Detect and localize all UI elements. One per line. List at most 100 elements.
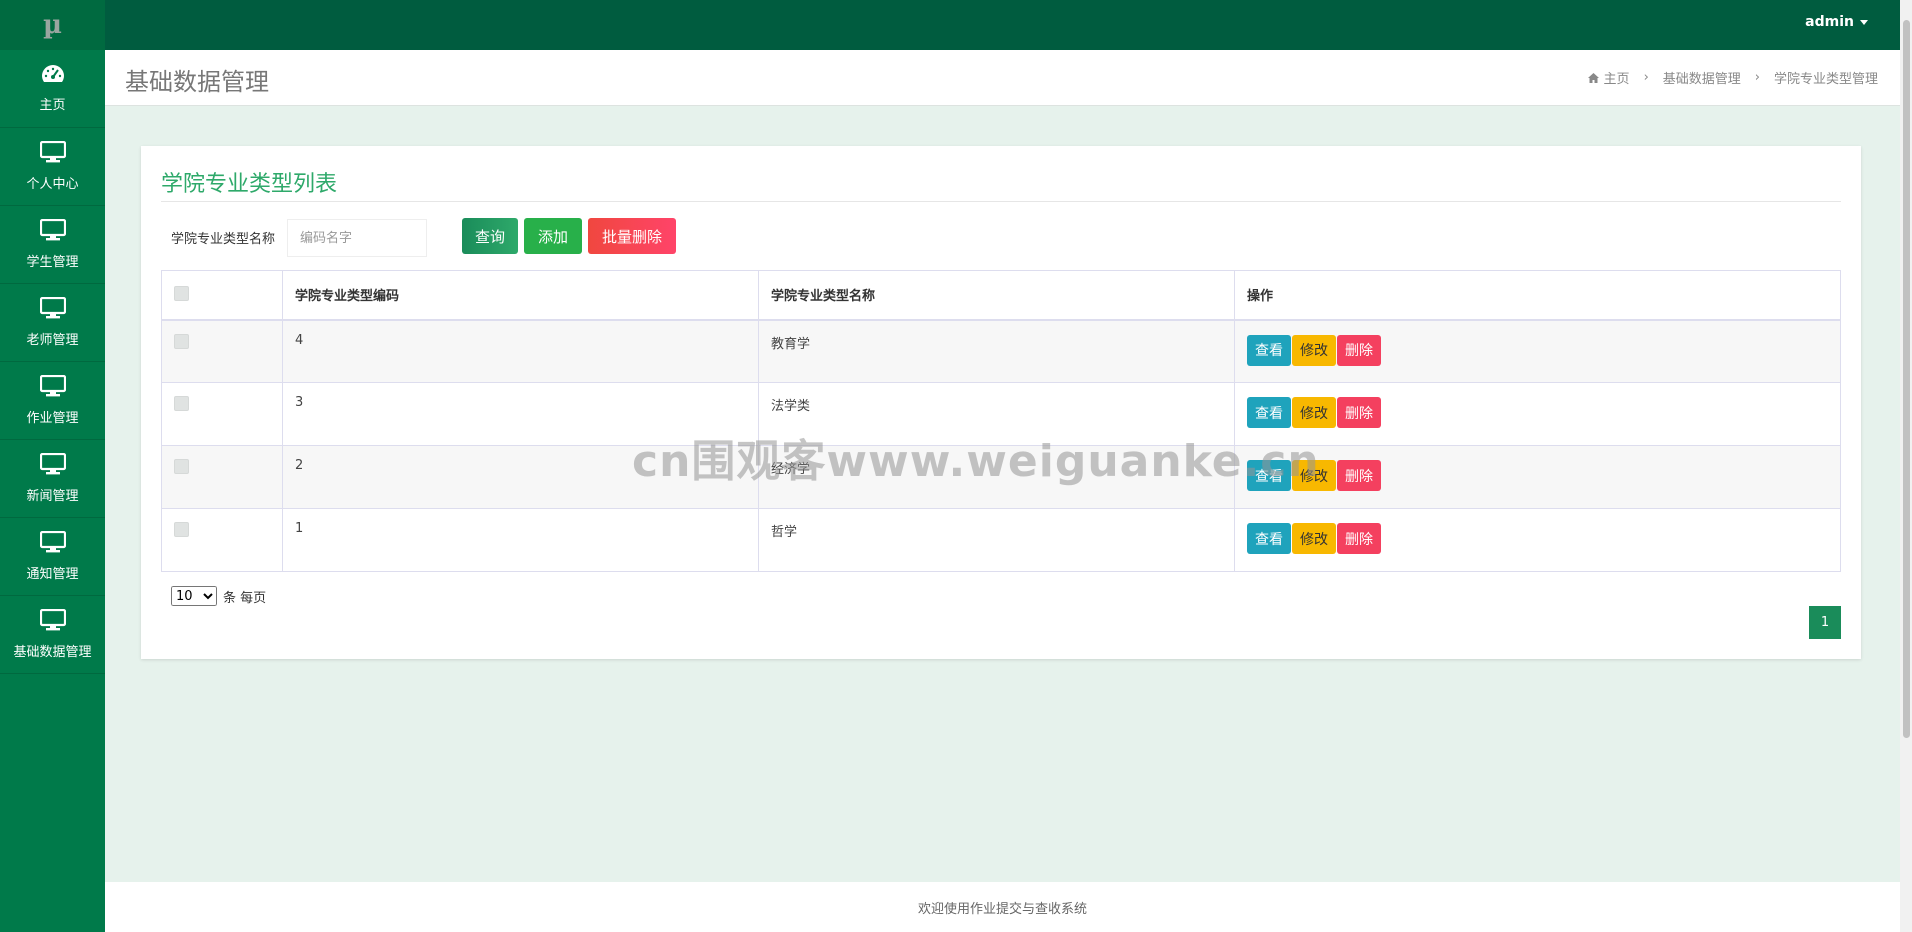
monitor-icon: [39, 140, 66, 167]
sidebar: µ 主页个人中心学生管理老师管理作业管理新闻管理通知管理基础数据管理: [0, 0, 105, 932]
sidebar-item-2[interactable]: 学生管理: [0, 206, 105, 284]
chevron-right-icon: ›: [1643, 70, 1649, 85]
row-actions: 查看 修改 删除: [1247, 523, 1828, 554]
page-header: 基础数据管理 主页 › 基础数据管理 › 学院专业类型管理: [105, 50, 1900, 106]
cell-code: 1: [282, 508, 759, 572]
row-check-cell: [161, 508, 283, 572]
scrollbar-thumb[interactable]: [1903, 20, 1910, 738]
view-button[interactable]: 查看: [1247, 334, 1291, 366]
batch-delete-button[interactable]: 批量删除: [588, 218, 676, 254]
delete-button[interactable]: 删除: [1337, 523, 1381, 554]
chevron-right-icon: ›: [1754, 70, 1760, 85]
row-actions: 查看 修改 删除: [1247, 334, 1828, 366]
search-label: 学院专业类型名称: [171, 232, 276, 247]
app-logo[interactable]: µ: [0, 0, 105, 50]
sidebar-nav: 主页个人中心学生管理老师管理作业管理新闻管理通知管理基础数据管理: [0, 50, 105, 674]
search-input[interactable]: [287, 219, 427, 257]
edit-button[interactable]: 修改: [1292, 397, 1336, 428]
footer-text: 欢迎使用作业提交与查收系统: [917, 901, 1087, 917]
vertical-scrollbar[interactable]: [1900, 0, 1912, 932]
page-1-button[interactable]: 1: [1809, 606, 1841, 639]
page-size-suffix: 条 每页: [223, 590, 267, 606]
sidebar-item-label: 个人中心: [26, 177, 79, 192]
page-size-control: 10 条 每页: [171, 586, 266, 606]
sidebar-item-6[interactable]: 通知管理: [0, 518, 105, 596]
sidebar-item-7[interactable]: 基础数据管理: [0, 596, 105, 674]
sidebar-item-label: 学生管理: [26, 255, 79, 270]
sidebar-item-label: 通知管理: [26, 567, 79, 582]
sidebar-item-label: 主页: [39, 98, 66, 113]
cell-actions: 查看 修改 删除: [1234, 319, 1841, 383]
monitor-icon: [39, 296, 66, 323]
cell-actions: 查看 修改 删除: [1234, 508, 1841, 572]
header-code: 学院专业类型编码: [282, 270, 759, 321]
cell-code: 2: [282, 445, 759, 509]
row-check-cell: [161, 319, 283, 383]
card-title: 学院专业类型列表: [161, 172, 338, 197]
monitor-icon: [39, 452, 66, 479]
sidebar-item-5[interactable]: 新闻管理: [0, 440, 105, 518]
cell-name: 法学类: [758, 382, 1235, 446]
footer: 欢迎使用作业提交与查收系统: [105, 882, 1900, 932]
list-card: 学院专业类型列表 学院专业类型名称 查询 添加 批量删除 学院专业类型编码 学院…: [141, 146, 1861, 659]
add-button[interactable]: 添加: [524, 218, 582, 254]
sidebar-item-4[interactable]: 作业管理: [0, 362, 105, 440]
breadcrumb-section[interactable]: 基础数据管理: [1663, 68, 1741, 87]
header-name: 学院专业类型名称: [758, 270, 1235, 321]
page-size-select[interactable]: 10: [171, 586, 217, 606]
monitor-icon: [39, 374, 66, 401]
user-menu[interactable]: admin: [1805, 14, 1868, 30]
cell-code: 4: [282, 319, 759, 383]
sidebar-item-label: 老师管理: [26, 333, 79, 348]
cell-name: 教育学: [758, 319, 1235, 383]
edit-button[interactable]: 修改: [1292, 523, 1336, 554]
edit-button[interactable]: 修改: [1292, 334, 1336, 366]
cell-actions: 查看 修改 删除: [1234, 382, 1841, 446]
row-actions: 查看 修改 删除: [1247, 460, 1828, 491]
delete-button[interactable]: 删除: [1337, 460, 1381, 491]
breadcrumb-current: 学院专业类型管理: [1773, 72, 1878, 87]
table-row: 2 经济学 查看 修改 删除: [161, 445, 1841, 509]
monitor-icon: [39, 530, 66, 557]
cell-name: 哲学: [758, 508, 1235, 572]
breadcrumb-home[interactable]: 主页: [1604, 68, 1630, 87]
sidebar-item-label: 作业管理: [26, 411, 79, 426]
row-check-cell: [161, 445, 283, 509]
table-row: 3 法学类 查看 修改 删除: [161, 382, 1841, 446]
cell-code: 3: [282, 382, 759, 446]
sidebar-item-3[interactable]: 老师管理: [0, 284, 105, 362]
row-checkbox[interactable]: [174, 522, 189, 537]
row-check-cell: [161, 382, 283, 446]
table-body: 4 教育学 查看 修改 删除 3 法学类 查看 修改 删除 2 经济学 查看 修改 删除 1 哲学 查看 修改 删除: [161, 319, 1841, 572]
row-checkbox[interactable]: [174, 459, 189, 474]
table-header-row: 学院专业类型编码 学院专业类型名称 操作: [161, 270, 1841, 321]
page-title: 基础数据管理: [125, 68, 269, 96]
table-row: 1 哲学 查看 修改 删除: [161, 508, 1841, 572]
row-checkbox[interactable]: [174, 333, 189, 349]
monitor-icon: [39, 608, 66, 635]
view-button[interactable]: 查看: [1247, 523, 1291, 554]
query-button[interactable]: 查询: [462, 218, 518, 254]
caret-down-icon: [1860, 19, 1868, 25]
row-actions: 查看 修改 删除: [1247, 397, 1828, 428]
home-icon: [1587, 72, 1599, 83]
edit-button[interactable]: 修改: [1292, 460, 1336, 491]
cell-actions: 查看 修改 删除: [1234, 445, 1841, 509]
data-table: 学院专业类型编码 学院专业类型名称 操作 4 教育学 查看 修改 删除 3 法学类 查看 修改删…: [161, 270, 1841, 572]
table-row: 4 教育学 查看 修改 删除: [161, 319, 1841, 383]
content-area: 学院专业类型列表 学院专业类型名称 查询 添加 批量删除 学院专业类型编码 学院…: [124, 126, 1880, 882]
header-actions: 操作: [1234, 270, 1841, 321]
top-bar: admin: [105, 0, 1900, 50]
user-name: admin: [1805, 14, 1854, 30]
sidebar-item-1[interactable]: 个人中心: [0, 128, 105, 206]
header-check-cell: [161, 270, 283, 321]
sidebar-item-0[interactable]: 主页: [0, 50, 105, 128]
delete-button[interactable]: 删除: [1337, 334, 1381, 366]
view-button[interactable]: 查看: [1247, 460, 1291, 491]
sidebar-item-label: 新闻管理: [26, 489, 79, 504]
monitor-icon: [39, 218, 66, 245]
select-all-checkbox[interactable]: [174, 285, 189, 301]
row-checkbox[interactable]: [174, 396, 189, 411]
delete-button[interactable]: 删除: [1337, 397, 1381, 428]
view-button[interactable]: 查看: [1247, 397, 1291, 428]
